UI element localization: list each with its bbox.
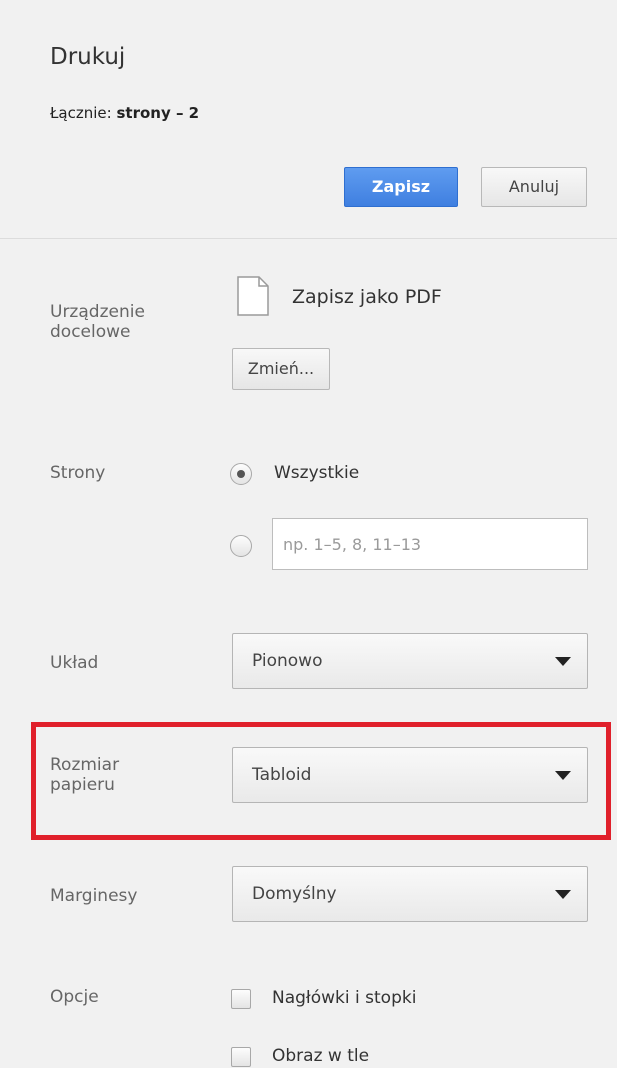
options-label: Opcje — [50, 987, 99, 1007]
background-graphics-checkbox[interactable] — [231, 1047, 251, 1067]
layout-select[interactable]: Pionowo — [232, 633, 588, 689]
pages-all-radio[interactable] — [230, 463, 252, 485]
headers-footers-checkbox[interactable] — [231, 989, 251, 1009]
pages-all-label[interactable]: Wszystkie — [274, 463, 359, 483]
summary-prefix: Łącznie: — [50, 104, 117, 122]
summary-pages: strony – 2 — [116, 104, 200, 122]
background-graphics-label[interactable]: Obraz w tle — [272, 1046, 369, 1066]
margins-select[interactable]: Domyślny — [232, 866, 588, 922]
paper-size-label-line2: papieru — [50, 775, 115, 795]
cancel-button[interactable]: Anuluj — [481, 167, 587, 207]
paper-size-select[interactable]: Tabloid — [232, 747, 588, 803]
dialog-title: Drukuj — [50, 44, 126, 70]
margins-select-value: Domyślny — [252, 884, 337, 904]
layout-select-value: Pionowo — [252, 651, 323, 671]
paper-size-label-line1: Rozmiar — [50, 755, 120, 775]
chevron-down-icon — [555, 771, 571, 780]
page-count-summary: Łącznie: strony – 2 — [50, 104, 199, 122]
paper-size-select-value: Tabloid — [252, 765, 312, 785]
print-header: Drukuj Łącznie: strony – 2 Zapisz Anuluj — [0, 0, 617, 239]
destination-label-line2: docelowe — [50, 322, 131, 342]
chevron-down-icon — [555, 890, 571, 899]
pages-custom-radio[interactable] — [230, 535, 252, 557]
destination-name: Zapisz jako PDF — [292, 286, 442, 308]
destination-label: Urządzenie docelowe — [50, 302, 145, 342]
chevron-down-icon — [555, 657, 571, 666]
destination-label-line1: Urządzenie — [50, 302, 145, 322]
headers-footers-label[interactable]: Nagłówki i stopki — [272, 988, 416, 1008]
layout-label: Układ — [50, 653, 99, 673]
pages-custom-input[interactable] — [272, 518, 588, 570]
paper-size-label: Rozmiar papieru — [50, 755, 119, 795]
document-icon — [237, 276, 269, 316]
margins-label: Marginesy — [50, 886, 138, 906]
save-button[interactable]: Zapisz — [344, 167, 458, 207]
pages-label: Strony — [50, 463, 106, 483]
change-destination-button[interactable]: Zmień... — [232, 348, 330, 390]
